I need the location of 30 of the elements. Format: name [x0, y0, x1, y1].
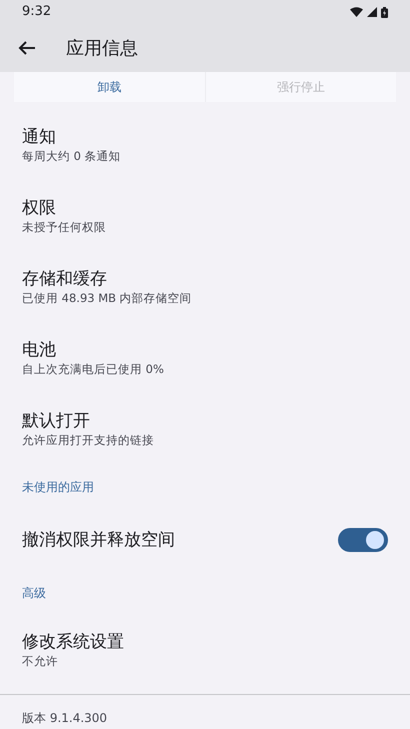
version-text: 版本 9.1.4.300: [22, 711, 108, 725]
section-header: 未使用的应用: [22, 479, 94, 496]
item-title: 存储和缓存: [22, 268, 108, 290]
item-subtitle: 自上次充满电后已使用 0%: [22, 360, 165, 378]
item-title: 通知: [22, 126, 57, 148]
settings-item[interactable]: 存储和缓存 已使用 48.93 MB 内部存储空间: [0, 252, 410, 323]
status-time: 9:32: [22, 3, 52, 22]
item-title: 电池: [22, 338, 57, 361]
settings-item[interactable]: 默认打开 允许应用打开支持的链接: [0, 394, 410, 465]
item-title: 默认打开: [22, 410, 91, 432]
settings-item[interactable]: 通知 每周大约 0 条通知: [0, 110, 410, 181]
settings-item[interactable]: 电池 自上次充满电后已使用 0%: [0, 323, 410, 394]
action-button[interactable]: 卸载: [14, 72, 204, 102]
item-subtitle: 未授予任何权限: [22, 218, 107, 236]
item-subtitle: 已使用 48.93 MB 内部存储空间: [22, 290, 193, 307]
settings-item[interactable]: 修改系统设置 不允许: [0, 615, 410, 686]
battery-icon: [381, 6, 388, 18]
item-subtitle: 每周大约 0 条通知: [22, 148, 122, 165]
signal-icon: [367, 7, 377, 17]
item-title: 修改系统设置: [22, 630, 125, 653]
item-subtitle: 允许应用打开支持的链接: [22, 432, 155, 449]
item-subtitle: 不允许: [22, 652, 59, 670]
wifi-icon: [350, 7, 363, 17]
toggle-switch[interactable]: [338, 528, 388, 552]
section-header: 高级: [22, 585, 46, 602]
item-title: 权限: [22, 196, 57, 219]
item-title: 撤消权限并释放空间: [22, 528, 175, 552]
back-arrow-icon: [18, 40, 36, 56]
page-title: 应用信息: [66, 36, 138, 60]
settings-item[interactable]: 权限 未授予任何权限: [0, 181, 410, 252]
